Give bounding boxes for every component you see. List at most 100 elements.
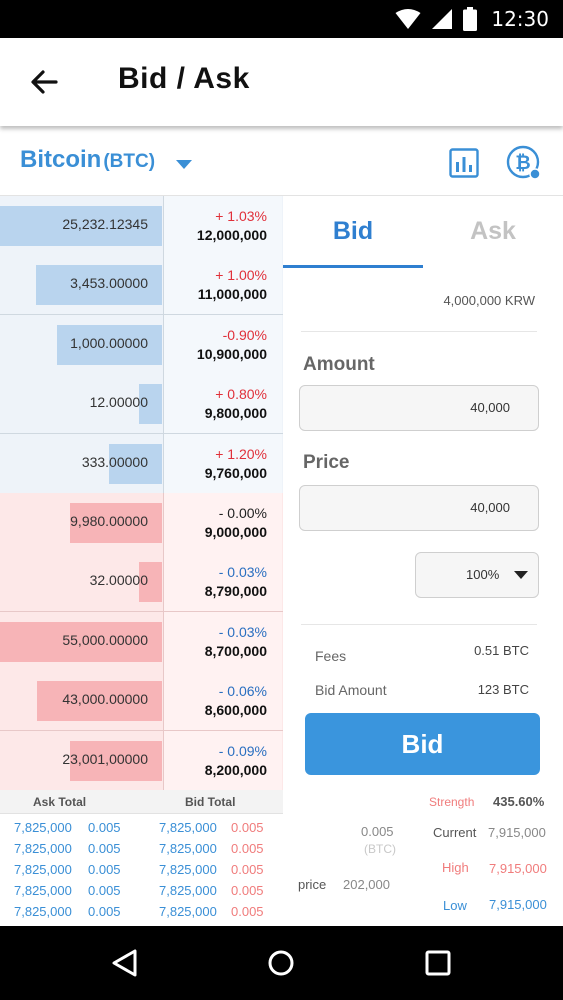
bid-total-price: 7,825,000 bbox=[159, 862, 217, 877]
coin-name: Bitcoin bbox=[20, 146, 102, 173]
orderbook-quantity: 12.00000 bbox=[89, 394, 148, 411]
low-label: Low bbox=[443, 898, 467, 913]
orderbook-quantity: 43,000.00000 bbox=[62, 691, 148, 708]
orderbook-change: - 0.03% bbox=[218, 623, 267, 640]
strength-value: 435.60% bbox=[493, 794, 545, 809]
ask-total-price: 7,825,000 bbox=[14, 841, 72, 856]
orderbook-change: + 1.00% bbox=[215, 267, 267, 284]
nav-home-button[interactable] bbox=[264, 946, 298, 980]
orderbook-quantity: 1,000.00000 bbox=[70, 334, 148, 351]
orderbook-price-cell: - 0.09% 8,200,000 bbox=[164, 730, 282, 790]
current-label: Current bbox=[433, 825, 477, 840]
strength-header: Strength 435.60% bbox=[283, 790, 563, 814]
orderbook-ask-row[interactable]: 1,000.00000 -0.90% 10,900,000 bbox=[0, 314, 283, 375]
orderbook-change: -0.90% bbox=[222, 326, 267, 343]
orderbook-price: 8,600,000 bbox=[204, 702, 267, 719]
orderbook-quantity-cell: 25,232.12345 bbox=[0, 196, 164, 255]
orderbook-price-cell: - 0.03% 8,790,000 bbox=[164, 552, 282, 612]
page-title: Bid / Ask bbox=[118, 62, 250, 95]
nav-home-icon bbox=[268, 950, 294, 976]
percent-select[interactable]: 100% bbox=[415, 552, 539, 598]
orderbook-quantity: 25,232.12345 bbox=[62, 216, 148, 232]
bid-total-price: 7,825,000 bbox=[159, 904, 217, 919]
bid-submit-button[interactable]: Bid bbox=[305, 713, 540, 775]
nav-recents-button[interactable] bbox=[421, 946, 455, 980]
bid-total-price: 7,825,000 bbox=[159, 841, 217, 856]
orderbook-price-cell: - 0.00% 9,000,000 bbox=[164, 493, 282, 552]
orderbook-quantity-cell: 9,980.00000 bbox=[0, 493, 164, 552]
orderbook-price-cell: -0.90% 10,900,000 bbox=[164, 314, 282, 374]
orderbook-quantity-cell: 3,453.00000 bbox=[0, 255, 164, 315]
chevron-down-icon[interactable] bbox=[176, 160, 192, 169]
bid-total-quantity: 0.005 bbox=[231, 904, 264, 919]
coin-code: (BTC) bbox=[103, 151, 156, 172]
bid-total-quantity: 0.005 bbox=[231, 841, 264, 856]
volume-value: 0.005 bbox=[361, 824, 394, 839]
orderbook-price-cell: - 0.03% 8,700,000 bbox=[164, 611, 282, 671]
orderbook-change: - 0.00% bbox=[218, 505, 267, 521]
high-value: 7,915,000 bbox=[489, 861, 547, 876]
bid-total-quantity: 0.005 bbox=[231, 862, 264, 877]
orderbook-change: + 1.20% bbox=[215, 445, 267, 462]
orderbook-quantity: 3,453.00000 bbox=[70, 275, 148, 292]
totals-header: Ask Total Bid Total bbox=[0, 790, 283, 814]
chart-button[interactable] bbox=[449, 148, 479, 178]
orderbook-bid-row[interactable]: 32.00000 - 0.03% 8,790,000 bbox=[0, 552, 283, 613]
divider bbox=[301, 624, 537, 625]
bid-total-label: Bid Total bbox=[185, 795, 236, 809]
coin-selector[interactable]: Bitcoin (BTC) bbox=[20, 146, 155, 174]
orderbook-ask-row[interactable]: 3,453.00000 + 1.00% 11,000,000 bbox=[0, 255, 283, 316]
svg-text:₿: ₿ bbox=[515, 152, 530, 174]
orderbook-ask-row[interactable]: 12.00000 + 0.80% 9,800,000 bbox=[0, 374, 283, 435]
volume-unit: (BTC) bbox=[364, 842, 396, 856]
orderbook-bid-row[interactable]: 23,001,00000 - 0.09% 8,200,000 bbox=[0, 730, 283, 791]
ask-total-label: Ask Total bbox=[33, 795, 87, 809]
tab-ask[interactable]: Ask bbox=[423, 196, 563, 268]
bid-total-price: 7,825,000 bbox=[159, 820, 217, 835]
bid-total-quantity: 0.005 bbox=[231, 820, 264, 835]
price-label: price bbox=[298, 877, 327, 892]
ask-total-quantity: 0.005 bbox=[88, 862, 121, 877]
coin-info-button[interactable]: ₿ bbox=[506, 145, 542, 181]
orderbook-price-cell: - 0.06% 8,600,000 bbox=[164, 671, 282, 731]
nav-back-button[interactable] bbox=[108, 946, 142, 980]
status-time: 12:30 bbox=[491, 7, 549, 31]
ask-total-price: 7,825,000 bbox=[14, 862, 72, 877]
ask-total-quantity: 0.005 bbox=[88, 904, 121, 919]
orderbook-quantity: 55,000.00000 bbox=[62, 631, 148, 648]
tab-bid[interactable]: Bid bbox=[283, 196, 423, 268]
bid-total-quantity: 0.005 bbox=[231, 883, 264, 898]
ask-total-quantity: 0.005 bbox=[88, 883, 121, 898]
bid-amount-value: 123 BTC bbox=[477, 682, 529, 697]
orderbook-quantity-cell: 23,001,00000 bbox=[0, 730, 164, 790]
orderbook: 25,232.12345 + 1.03% 12,000,000 3,453.00000… bbox=[0, 196, 283, 791]
orderbook-ask-row[interactable]: 25,232.12345 + 1.03% 12,000,000 bbox=[0, 196, 283, 256]
orderbook-change: - 0.09% bbox=[218, 742, 267, 759]
orderbook-bid-row[interactable]: 55,000.00000 - 0.03% 8,700,000 bbox=[0, 611, 283, 672]
orderbook-price: 11,000,000 bbox=[197, 286, 267, 303]
bid-total-price: 7,825,000 bbox=[159, 883, 217, 898]
price-input[interactable]: 40,000 bbox=[299, 485, 539, 531]
price-value: 202,000 bbox=[343, 877, 390, 892]
nav-recents-icon bbox=[425, 950, 451, 976]
orderbook-price: 8,790,000 bbox=[204, 583, 267, 600]
orderbook-change: + 0.80% bbox=[215, 386, 267, 403]
orderbook-ask-row[interactable]: 333.00000 + 1.20% 9,760,000 bbox=[0, 433, 283, 494]
ask-total-quantity: 0.005 bbox=[88, 841, 121, 856]
orderbook-bid-row[interactable]: 43,000.00000 - 0.06% 8,600,000 bbox=[0, 671, 283, 732]
price-label: Price bbox=[303, 452, 350, 473]
status-bar: 12:30 bbox=[0, 0, 563, 38]
orderbook-price-cell: + 1.03% 12,000,000 bbox=[164, 196, 282, 255]
chevron-down-icon bbox=[514, 571, 528, 579]
app-header: Bid / Ask bbox=[0, 38, 563, 126]
orderbook-change: - 0.06% bbox=[218, 683, 267, 700]
wifi-icon bbox=[395, 9, 421, 29]
orderbook-bid-row[interactable]: 9,980.00000 - 0.00% 9,000,000 bbox=[0, 493, 283, 553]
orderbook-quantity-cell: 55,000.00000 bbox=[0, 611, 164, 671]
orderbook-price-cell: + 1.20% 9,760,000 bbox=[164, 433, 282, 493]
amount-input[interactable]: 40,000 bbox=[299, 385, 539, 431]
current-value: 7,915,000 bbox=[488, 825, 546, 840]
orderbook-quantity-cell: 12.00000 bbox=[0, 374, 164, 434]
back-button[interactable] bbox=[28, 66, 60, 98]
orderbook-price: 9,000,000 bbox=[204, 524, 267, 540]
